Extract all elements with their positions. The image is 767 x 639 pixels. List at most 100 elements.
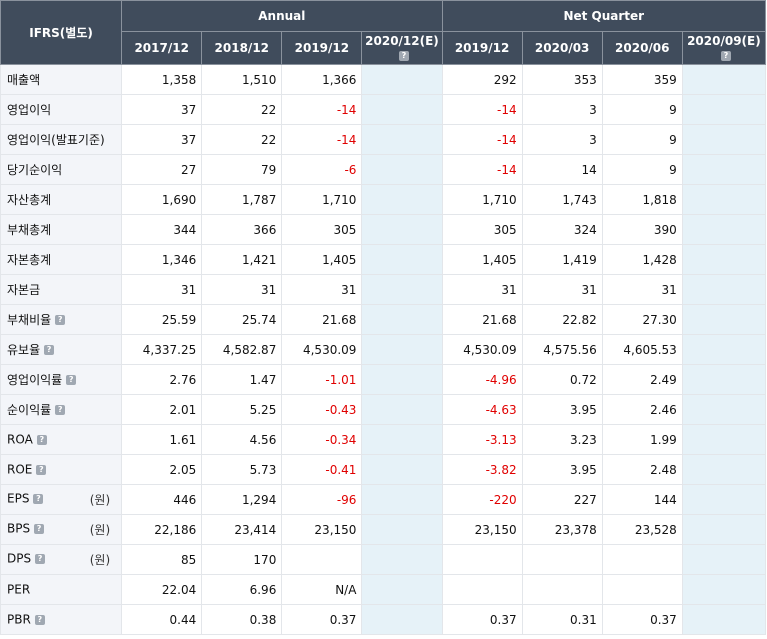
table-row: 영업이익 37 22 -14 -14 3 9: [0, 94, 767, 125]
table-cell: [441, 544, 523, 575]
question-icon[interactable]: ?: [398, 50, 409, 61]
row-label-text: 자본금: [7, 283, 41, 297]
table-cell: 1,421: [201, 244, 283, 275]
question-icon[interactable]: ?: [34, 614, 45, 625]
table-cell: [681, 484, 767, 515]
table-cell: [681, 454, 767, 485]
row-label: BPS? (원): [0, 514, 123, 545]
table-row: BPS? (원) 22,186 23,414 23,150 23,150 23,378 23,…: [0, 514, 767, 545]
net-quarter-header: Net Quarter: [441, 0, 767, 32]
row-label-text: PER: [7, 582, 31, 597]
table-cell: [681, 394, 767, 425]
table-cell: 23,378: [521, 514, 603, 545]
table-cell: [681, 364, 767, 395]
table-cell: -3.82: [441, 454, 523, 485]
row-label-text: 부채비율: [7, 313, 52, 327]
question-icon[interactable]: ?: [36, 464, 47, 475]
table-cell: 25.59: [121, 304, 203, 335]
row-label: 영업이익: [0, 94, 123, 125]
table-cell: -4.96: [441, 364, 523, 395]
row-label-text: 영업이익률: [7, 373, 63, 387]
table-cell: 1,818: [601, 184, 683, 215]
question-icon[interactable]: ?: [36, 434, 47, 445]
table-cell: 22.04: [121, 574, 203, 605]
table-cell: 3.95: [521, 454, 603, 485]
table-cell: [361, 64, 443, 95]
period-header-estimate: 2020/09(E)?: [681, 31, 767, 65]
table-cell: -14: [281, 94, 363, 125]
table-row: 부채비율? 25.59 25.74 21.68 21.68 22.82 27.30: [0, 304, 767, 335]
question-icon[interactable]: ?: [34, 523, 45, 534]
table-cell: 31: [281, 274, 363, 305]
question-icon[interactable]: ?: [720, 50, 731, 61]
table-cell: 305: [441, 214, 523, 245]
table-cell: [681, 274, 767, 305]
table-cell: 292: [441, 64, 523, 95]
question-icon[interactable]: ?: [44, 344, 55, 355]
table-cell: 1,787: [201, 184, 283, 215]
table-cell: 22.82: [521, 304, 603, 335]
table-cell: 23,414: [201, 514, 283, 545]
table-cell: 0.37: [441, 604, 523, 635]
table-row: ROE? 2.05 5.73 -0.41 -3.82 3.95 2.48: [0, 454, 767, 485]
row-label: 자본금: [0, 274, 123, 305]
row-label: 매출액: [0, 64, 123, 95]
table-cell: [681, 124, 767, 155]
table-cell: -4.63: [441, 394, 523, 425]
table-cell: 14: [521, 154, 603, 185]
table-cell: 390: [601, 214, 683, 245]
row-label: DPS? (원): [0, 544, 123, 575]
row-label-text: ROA: [7, 432, 33, 447]
table-cell: -220: [441, 484, 523, 515]
table-cell: [361, 334, 443, 365]
table-cell: [441, 574, 523, 605]
question-icon[interactable]: ?: [66, 374, 77, 385]
table-cell: 1,405: [441, 244, 523, 275]
table-cell: 31: [601, 274, 683, 305]
table-cell: 22,186: [121, 514, 203, 545]
row-label: ROA?: [0, 424, 123, 455]
period-header: 2018/12: [201, 31, 283, 65]
table-cell: 23,528: [601, 514, 683, 545]
table-cell: -14: [441, 94, 523, 125]
table-cell: 353: [521, 64, 603, 95]
table-row: 매출액 1,358 1,510 1,366 292 353 359: [0, 64, 767, 95]
table-cell: 305: [281, 214, 363, 245]
table-cell: 144: [601, 484, 683, 515]
table-cell: -0.34: [281, 424, 363, 455]
table-row: 자산총계 1,690 1,787 1,710 1,710 1,743 1,818: [0, 184, 767, 215]
table-cell: 366: [201, 214, 283, 245]
table-cell: -96: [281, 484, 363, 515]
row-label: 당기순이익: [0, 154, 123, 185]
table-cell: 5.25: [201, 394, 283, 425]
table-cell: 2.05: [121, 454, 203, 485]
table-cell: -14: [441, 124, 523, 155]
table-cell: 446: [121, 484, 203, 515]
table-cell: [681, 334, 767, 365]
table-cell: 324: [521, 214, 603, 245]
table-row: PBR? 0.44 0.38 0.37 0.37 0.31 0.37: [0, 604, 767, 635]
table-row: 자본금 31 31 31 31 31 31: [0, 274, 767, 305]
table-cell: 2.76: [121, 364, 203, 395]
question-icon[interactable]: ?: [35, 553, 46, 564]
table-cell: -3.13: [441, 424, 523, 455]
period-header: 2019/12: [441, 31, 523, 65]
table-cell: [361, 94, 443, 125]
table-cell: [681, 214, 767, 245]
table-cell: 23,150: [281, 514, 363, 545]
table-cell: -0.43: [281, 394, 363, 425]
table-cell: 2.48: [601, 454, 683, 485]
table-cell: [681, 154, 767, 185]
unit-label: (원): [89, 523, 111, 537]
row-label-text: BPS: [7, 521, 31, 536]
period-header-estimate: 2020/12(E)?: [361, 31, 443, 65]
table-cell: 359: [601, 64, 683, 95]
table-cell: 1,366: [281, 64, 363, 95]
question-icon[interactable]: ?: [55, 404, 66, 415]
question-icon[interactable]: ?: [33, 493, 44, 504]
row-label: EPS? (원): [0, 484, 123, 515]
table-cell: 4.56: [201, 424, 283, 455]
table-row: EPS? (원) 446 1,294 -96 -220 227 144: [0, 484, 767, 515]
question-icon[interactable]: ?: [55, 314, 66, 325]
table-cell: [601, 574, 683, 605]
